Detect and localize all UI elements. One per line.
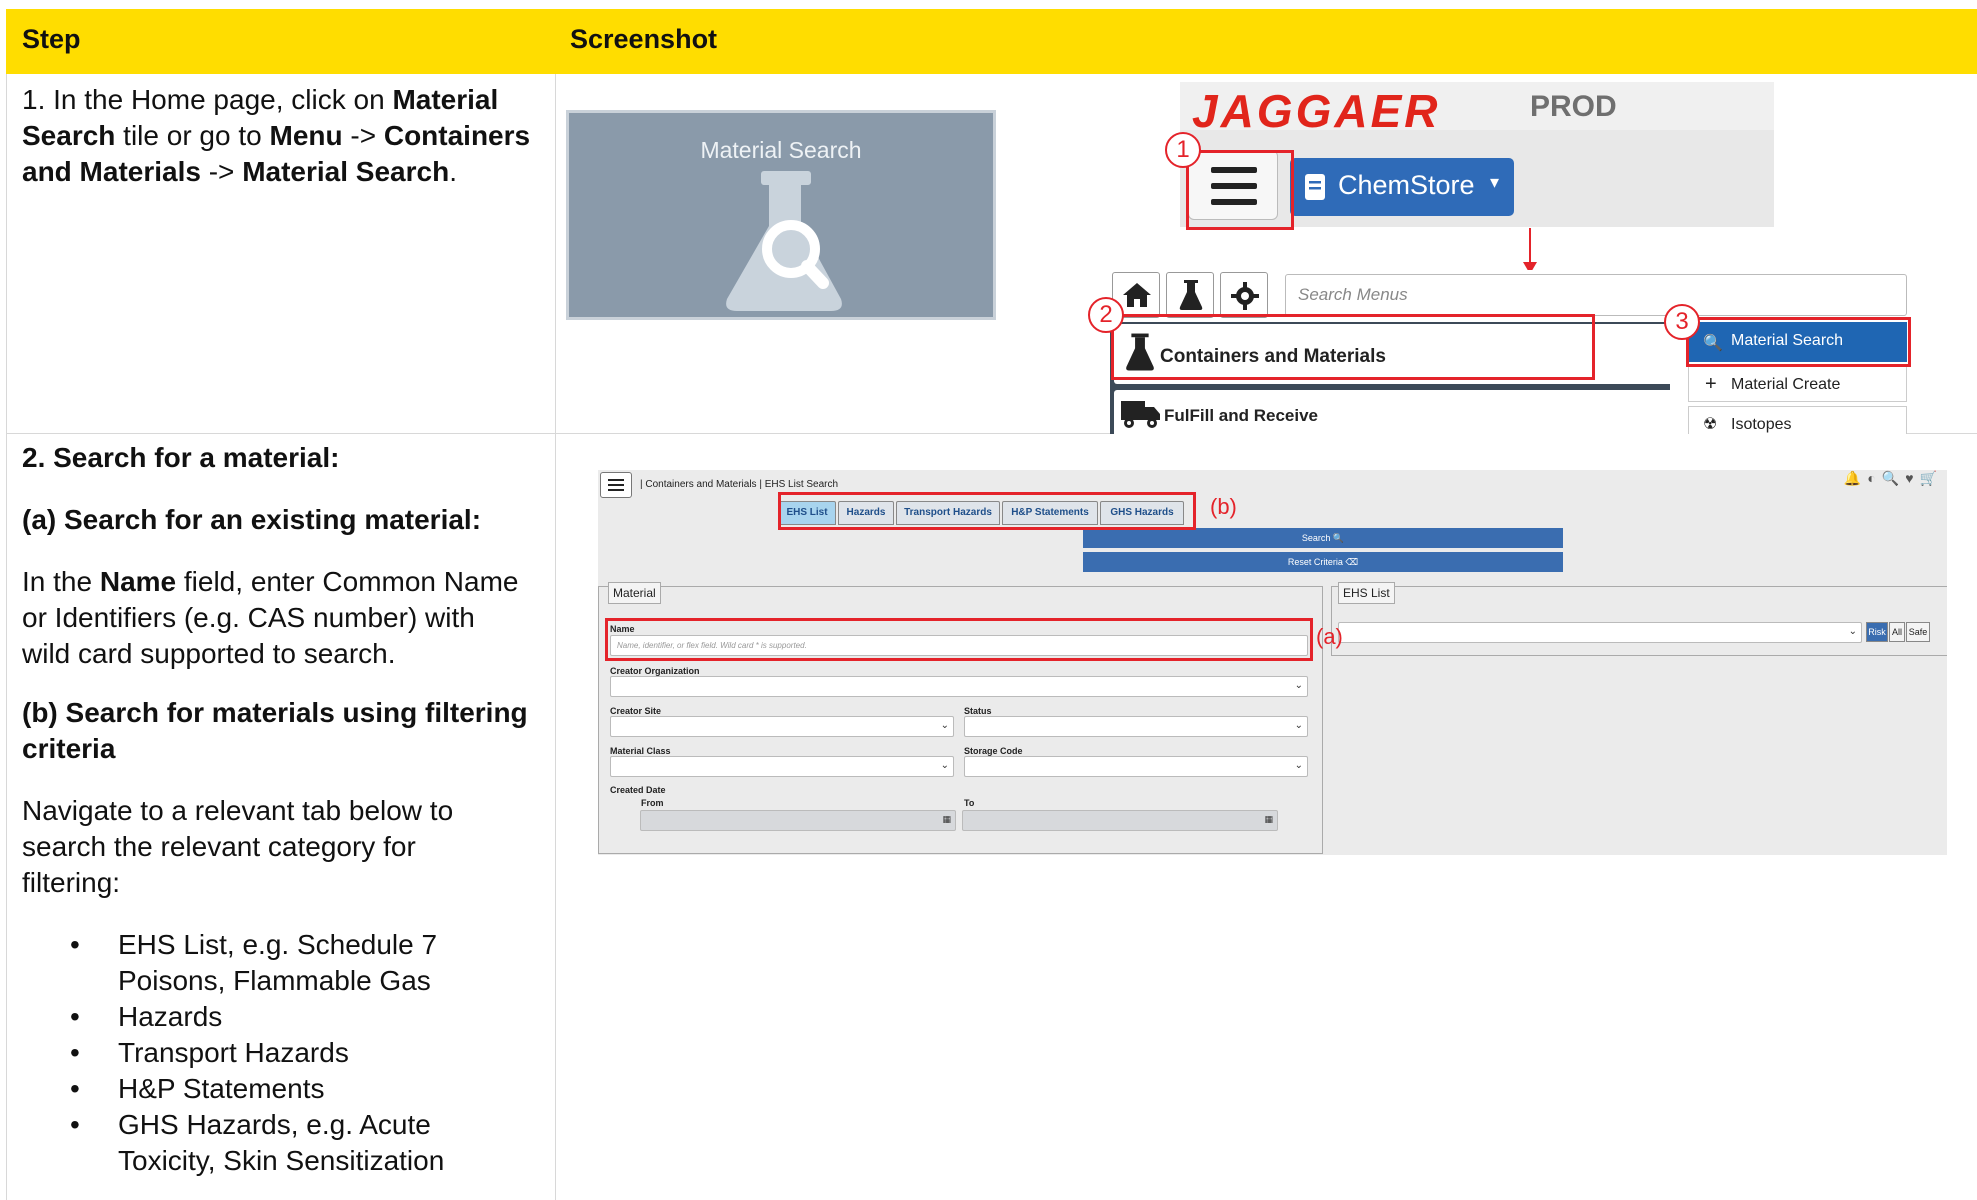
safe-button[interactable]: Safe (1906, 622, 1930, 642)
risk-button[interactable]: Risk (1866, 622, 1888, 642)
step2-heading: 2. Search for a material: (22, 442, 340, 473)
list-item: • H&P Statements (70, 1073, 325, 1104)
date-from-input[interactable]: ▦ (640, 810, 956, 831)
calendar-icon: ▦ (1264, 814, 1273, 824)
callout-box-a (605, 618, 1313, 661)
search-menus-input[interactable]: Search Menus (1285, 274, 1907, 316)
menu-item-fulfill[interactable]: FulFill and Receive (1114, 390, 1674, 434)
callout-a: (a) (1316, 624, 1343, 649)
from-label: From (641, 798, 664, 808)
status-label: Status (964, 706, 992, 716)
chevron-down-icon: ⌄ (1294, 680, 1303, 691)
step2-sub-b: (b) Search for materials using filtering… (22, 697, 528, 764)
all-button[interactable]: All (1889, 622, 1905, 642)
menu-item-label: FulFill and Receive (1164, 406, 1318, 425)
chevron-down-icon: ⌄ (940, 760, 949, 771)
submenu-label: Material Create (1731, 376, 1841, 393)
material-legend: Material (608, 582, 661, 604)
chemstore-label: ChemStore (1338, 170, 1475, 200)
chemstore-button[interactable]: ChemStore ▾ (1290, 158, 1514, 216)
header-screenshot: Screenshot (570, 24, 718, 54)
storage-code-select[interactable]: ⌄ (964, 756, 1308, 777)
creator-org-select[interactable]: ⌄ (610, 676, 1308, 697)
callout-box-b (778, 492, 1196, 530)
storage-code-label: Storage Code (964, 746, 1023, 756)
search-menus-placeholder: Search Menus (1298, 285, 1408, 304)
arrow-down-icon (1523, 228, 1537, 274)
calendar-icon: ▦ (942, 814, 951, 824)
chevron-down-icon: ⌄ (1294, 760, 1303, 771)
home-icon (1123, 283, 1151, 307)
material-class-select[interactable]: ⌄ (610, 756, 954, 777)
submenu-isotopes[interactable]: ☢ Isotopes (1688, 406, 1907, 434)
step2-para-a: In the Name field, enter Common Name or … (22, 566, 519, 669)
header-step: Step (22, 24, 81, 54)
list-item: • GHS Hazards, e.g. Acute Toxicity, Skin … (70, 1109, 445, 1176)
step2-sub-a: (a) Search for an existing material: (22, 504, 482, 535)
material-class-label: Material Class (610, 746, 671, 756)
step1-text: 1. In the Home page, click on Material S… (22, 84, 531, 187)
callout-2: 2 (1088, 297, 1124, 333)
radiation-icon: ☢ (1703, 416, 1718, 433)
table-border (6, 74, 7, 1200)
list-item: • Hazards (70, 1001, 223, 1032)
submenu-material-create[interactable]: + Material Create (1688, 366, 1907, 402)
callout-1: 1 (1165, 132, 1201, 168)
chevron-down-icon: ⌄ (1294, 720, 1303, 731)
date-to-input[interactable]: ▦ (962, 810, 1278, 831)
created-date-label: Created Date (610, 785, 666, 795)
callout-b: (b) (1210, 494, 1237, 519)
env-label: PROD (1530, 90, 1617, 123)
callout-3: 3 (1664, 304, 1700, 340)
tile-title: Material Search (700, 137, 862, 163)
callout-box-3 (1686, 317, 1911, 367)
flask-icon (1179, 280, 1203, 310)
ehs-list-panel (1331, 586, 1947, 656)
creator-site-select[interactable]: ⌄ (610, 716, 954, 737)
creator-site-label: Creator Site (610, 706, 662, 716)
flask-button[interactable] (1166, 272, 1214, 318)
creator-org-label: Creator Organization (610, 666, 700, 676)
menu-button[interactable] (600, 472, 632, 498)
hamburger-icon (608, 479, 624, 481)
material-search-tile[interactable]: Material Search (566, 110, 996, 320)
list-item: • Transport Hazards (70, 1037, 349, 1068)
ehs-list-select[interactable]: ⌄ (1338, 622, 1862, 643)
submenu-label: Isotopes (1731, 416, 1792, 433)
list-item: • EHS List, e.g. Schedule 7 Poisons, Flam… (70, 929, 438, 996)
book-icon (1305, 174, 1325, 200)
ehs-list-legend: EHS List (1338, 582, 1395, 604)
chevron-down-icon: ⌄ (940, 720, 949, 731)
settings-button[interactable] (1220, 272, 1268, 318)
table-header: Step Screenshot (6, 9, 1977, 74)
truck-icon (1121, 401, 1160, 428)
breadcrumb: | Containers and Materials | EHS List Se… (640, 479, 839, 490)
jaggaer-logo: JAGGAER (1192, 85, 1441, 137)
callout-box-2 (1111, 314, 1595, 380)
toolbar-icons[interactable]: 🔔◐🔍♥🛒 (1844, 470, 1943, 487)
caret-down-icon: ▾ (1490, 172, 1500, 192)
status-select[interactable]: ⌄ (964, 716, 1308, 737)
column-divider (555, 74, 556, 1200)
bullet-list: • EHS List, e.g. Schedule 7 Poisons, Flam… (70, 927, 444, 1179)
reset-criteria-button[interactable]: Reset Criteria ⌫ (1083, 552, 1563, 572)
chevron-down-icon: ⌄ (1848, 626, 1857, 637)
flask-search-icon (726, 171, 842, 311)
step2-para-b: Navigate to a relevant tab below to sear… (22, 795, 454, 898)
plus-icon: + (1705, 373, 1717, 395)
to-label: To (964, 798, 975, 808)
search-button[interactable]: Search 🔍 (1083, 528, 1563, 548)
gear-icon (1231, 282, 1259, 310)
callout-box-1 (1186, 150, 1294, 230)
